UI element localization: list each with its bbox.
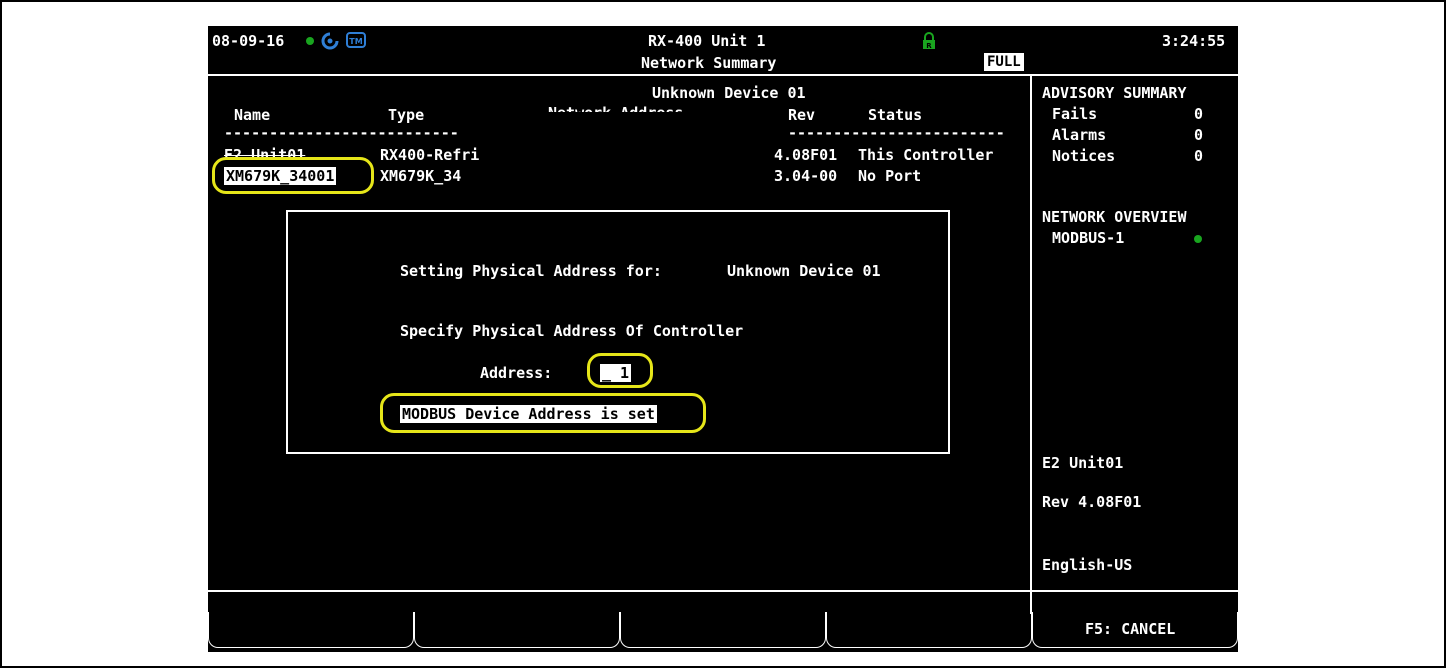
status-dot-icon [306,37,314,45]
advisory-summary-title: ADVISORY SUMMARY [1042,84,1187,102]
sidebar-language: English-US [1042,556,1133,574]
cancel-button[interactable]: F5: CANCEL [1032,612,1238,648]
dialog-setting-label: Setting Physical Address for: [400,262,662,280]
cancel-button-label: F5: CANCEL [1085,620,1176,638]
network-item-modbus[interactable]: MODBUS-1 [1052,229,1124,247]
col-header-type: Type [388,106,425,124]
screen-title: Network Summary [641,54,777,72]
tm-icon: TM [346,32,366,52]
advisory-alarms-value: 0 [1194,126,1204,144]
advisory-alarms-label: Alarms [1052,126,1107,144]
fkey-3[interactable] [620,612,826,648]
advisory-fails-value: 0 [1194,105,1204,123]
advisory-notices-label: Notices [1052,147,1116,165]
row-type: XM679K_34 [380,167,462,185]
controller-screen: 08-09-16 TM RX-400 Unit 1 Network Summar… [208,26,1238,652]
address-label: Address: [480,364,553,382]
header-divider [208,74,1238,76]
separator-left: -------------------------- [224,124,459,142]
svg-text:TM: TM [349,37,362,46]
col-header-network-address: Network Address [548,104,683,112]
col-header-rev: Rev [788,106,816,124]
row-rev: 4.08F01 [774,146,838,164]
separator-right: ------------------------ [788,124,1005,142]
col-header-status: Status [868,106,923,124]
dialog-device-name: Unknown Device 01 [727,262,881,280]
fkey-4[interactable] [826,612,1032,648]
function-key-bar: F5: CANCEL [208,612,1238,650]
col-header-name: Name [234,106,271,124]
full-badge: FULL [984,53,1024,71]
sidebar-unit: E2 Unit01 [1042,454,1124,472]
highlight-oval-message [380,393,706,433]
advisory-fails-label: Fails [1052,105,1098,123]
header-time: 3:24:55 [1162,32,1226,50]
network-swirl-icon [321,32,339,54]
row-status: This Controller [858,146,994,164]
fkey-1[interactable] [208,612,414,648]
sidebar-rev: Rev 4.08F01 [1042,493,1142,511]
dialog-specify-text: Specify Physical Address Of Controller [400,322,744,340]
fkey-2[interactable] [414,612,620,648]
header-date: 08-09-16 [212,32,285,50]
highlight-oval-address [587,353,653,388]
network-overview-title: NETWORK OVERVIEW [1042,208,1187,226]
table-subtitle: Unknown Device 01 [652,84,806,102]
row-status: No Port [858,167,922,185]
row-type: RX400-Refri [380,146,480,164]
advisory-notices-value: 0 [1194,147,1204,165]
app-title: RX-400 Unit 1 [648,32,766,50]
network-status-dot-icon [1194,235,1202,243]
footer-divider [208,590,1238,592]
row-rev: 3.04-00 [774,167,838,185]
highlight-oval-name [212,157,374,194]
lock-icon: R [922,32,936,54]
sidebar-divider [1030,74,1032,614]
svg-text:R: R [926,42,932,50]
